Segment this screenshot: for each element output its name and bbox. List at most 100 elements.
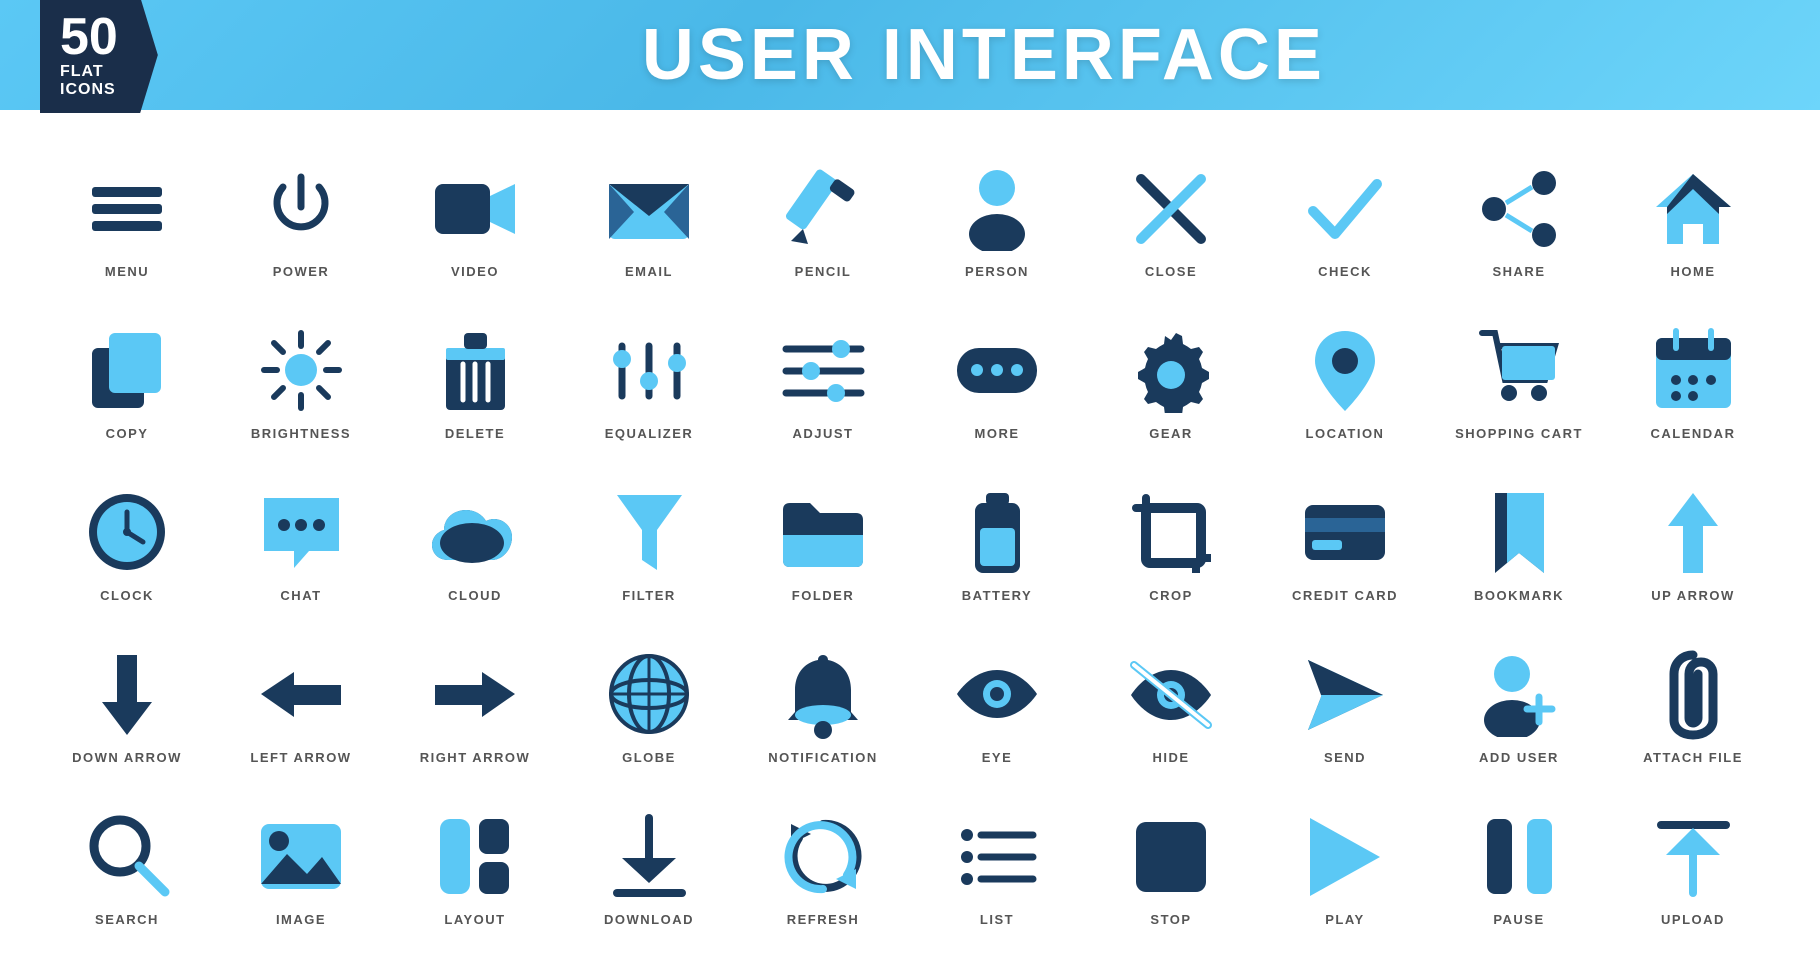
upload-label: UPLOAD [1661,912,1725,927]
share-icon [1474,164,1564,254]
email-label: EMAIL [625,264,673,279]
icon-globe: GLOBE [562,626,736,788]
delete-label: DELETE [445,426,505,441]
icon-person: PERSON [910,140,1084,302]
check-label: CHECK [1318,264,1372,279]
pencil-icon [778,164,868,254]
icon-add-user: ADD USER [1432,626,1606,788]
refresh-icon [778,812,868,902]
icon-refresh: REFRESH [736,788,910,950]
icon-upload: UPLOAD [1606,788,1780,950]
icon-brightness: BRIGHTNESS [214,302,388,464]
icon-up-arrow: UP ARROW [1606,464,1780,626]
hide-icon [1126,650,1216,740]
icon-calendar: CALENDAR [1606,302,1780,464]
crop-icon [1126,488,1216,578]
icon-check: CHECK [1258,140,1432,302]
play-icon [1300,812,1390,902]
layout-icon [430,812,520,902]
shopping-cart-icon [1474,326,1564,416]
folder-icon [778,488,868,578]
icon-search: SEARCH [40,788,214,950]
power-label: POWER [273,264,330,279]
upload-icon [1648,812,1738,902]
up-arrow-label: UP ARROW [1651,588,1735,603]
icon-download: DOWNLOAD [562,788,736,950]
download-label: DOWNLOAD [604,912,694,927]
clock-icon [82,488,172,578]
icon-play: PLAY [1258,788,1432,950]
gear-icon [1126,326,1216,416]
icon-shopping-cart: SHOPPING CART [1432,302,1606,464]
person-icon [952,164,1042,254]
layout-label: LAYOUT [444,912,505,927]
icon-send: SEND [1258,626,1432,788]
attach-file-label: ATTACH FILE [1643,750,1743,765]
credit-card-label: CREDIT CARD [1292,588,1398,603]
battery-icon [952,488,1042,578]
adjust-icon [778,326,868,416]
equalizer-icon [604,326,694,416]
icon-pause: PAUSE [1432,788,1606,950]
icon-notification: NOTIFICATION [736,626,910,788]
menu-icon [82,164,172,254]
down-arrow-label: DOWN ARROW [72,750,182,765]
icon-list: LIST [910,788,1084,950]
stop-icon [1126,812,1216,902]
icon-folder: FOLDER [736,464,910,626]
right-arrow-label: RIGHT ARROW [420,750,531,765]
video-icon [430,164,520,254]
play-label: PLAY [1325,912,1364,927]
icon-pencil: PENCIL [736,140,910,302]
icon-power: POWER [214,140,388,302]
icon-eye: EYE [910,626,1084,788]
icon-home: HOME [1606,140,1780,302]
copy-label: COPY [106,426,149,441]
more-icon [952,326,1042,416]
globe-icon [604,650,694,740]
brightness-icon [256,326,346,416]
send-icon [1300,650,1390,740]
icon-gear: GEAR [1084,302,1258,464]
cloud-icon [430,488,520,578]
list-icon [952,812,1042,902]
check-icon [1300,164,1390,254]
share-label: SHARE [1492,264,1545,279]
person-label: PERSON [965,264,1029,279]
battery-label: BATTERY [962,588,1032,603]
chat-label: CHAT [280,588,321,603]
add-user-icon [1474,650,1564,740]
image-label: IMAGE [276,912,326,927]
page-title: USER INTERFACE [188,14,1780,96]
add-user-label: ADD USER [1479,750,1559,765]
icon-share: SHARE [1432,140,1606,302]
icon-more: MORE [910,302,1084,464]
send-label: SEND [1324,750,1366,765]
hide-label: HIDE [1152,750,1189,765]
calendar-label: CALENDAR [1651,426,1736,441]
icon-right-arrow: RIGHT ARROW [388,626,562,788]
download-icon [604,812,694,902]
left-arrow-icon [256,650,346,740]
icon-menu: MENU [40,140,214,302]
icon-clock: CLOCK [40,464,214,626]
eye-icon [952,650,1042,740]
icon-cloud: CLOUD [388,464,562,626]
search-label: SEARCH [95,912,159,927]
location-icon [1300,326,1390,416]
more-label: MORE [975,426,1020,441]
icon-bookmark: BOOKMARK [1432,464,1606,626]
calendar-icon [1648,326,1738,416]
adjust-label: ADJUST [792,426,853,441]
refresh-label: REFRESH [787,912,860,927]
crop-label: CROP [1149,588,1193,603]
bookmark-label: BOOKMARK [1474,588,1564,603]
stop-label: STOP [1150,912,1191,927]
icon-stop: STOP [1084,788,1258,950]
right-arrow-icon [430,650,520,740]
badge-number: 50 [60,11,118,63]
close-icon [1126,164,1216,254]
icon-equalizer: EQUALIZER [562,302,736,464]
filter-label: FILTER [622,588,676,603]
icon-email: EMAIL [562,140,736,302]
